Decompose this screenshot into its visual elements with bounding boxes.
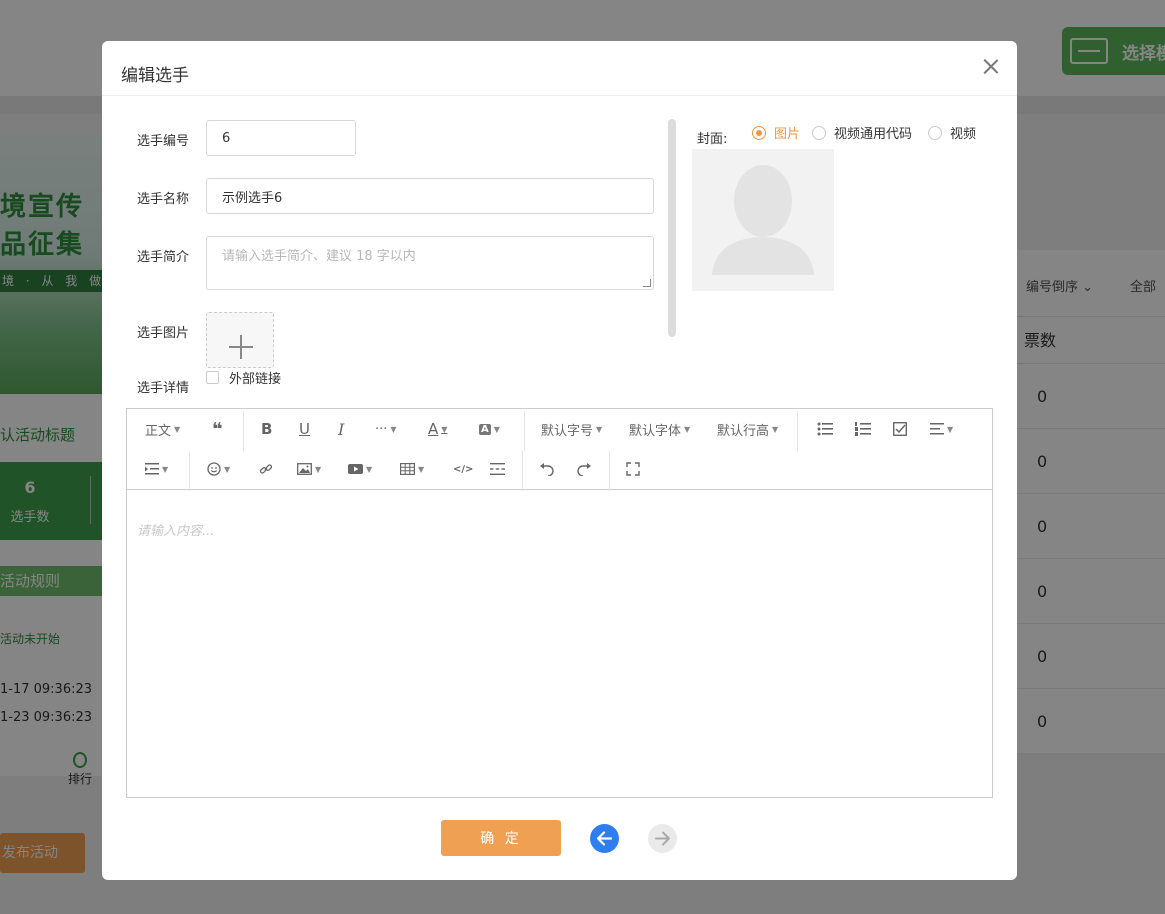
resize-handle-icon[interactable] bbox=[642, 279, 652, 287]
more-icon: ··· bbox=[375, 421, 388, 437]
video-icon bbox=[348, 464, 363, 474]
cover-radio-image[interactable]: 图片 bbox=[752, 123, 800, 142]
caret-down-icon: ▼ bbox=[418, 464, 425, 474]
numbered-list-icon[interactable] bbox=[855, 415, 871, 443]
caret-down-icon: ▼ bbox=[493, 424, 500, 434]
toolbar-divider bbox=[243, 411, 244, 451]
cover-image-placeholder[interactable] bbox=[692, 149, 834, 291]
image-upload-button[interactable] bbox=[206, 312, 274, 368]
cover-radio-label: 图片 bbox=[774, 127, 801, 142]
redo-icon[interactable] bbox=[577, 455, 592, 483]
toolbar-divider bbox=[609, 451, 610, 491]
font-size-dropdown[interactable]: 默认字号 ▼ bbox=[541, 415, 602, 443]
emoji-dropdown[interactable]: ▼ bbox=[207, 455, 230, 483]
link-icon[interactable] bbox=[259, 455, 273, 483]
caret-down-icon: ▼ bbox=[390, 424, 397, 434]
font-family-dropdown[interactable]: 默认字体 ▼ bbox=[629, 415, 690, 443]
player-brief-textarea[interactable]: 请输入选手简介、建议 18 字以内 bbox=[206, 236, 654, 290]
player-name-input[interactable]: 示例选手6 bbox=[206, 178, 654, 214]
caret-down-icon: ▼ bbox=[684, 424, 691, 434]
checkbox-icon bbox=[206, 371, 219, 384]
form-scrollbar[interactable] bbox=[668, 119, 676, 337]
align-left-icon bbox=[930, 423, 944, 435]
bg-color-dropdown[interactable]: A ▼ bbox=[479, 415, 500, 443]
bold-icon[interactable]: B bbox=[261, 415, 272, 443]
italic-icon[interactable]: I bbox=[338, 415, 344, 443]
video-dropdown[interactable]: ▼ bbox=[348, 455, 372, 483]
cover-radio-label: 视频 bbox=[950, 127, 977, 142]
indent-icon bbox=[145, 463, 159, 475]
radio-unchecked-icon bbox=[812, 125, 826, 140]
table-icon bbox=[400, 463, 415, 475]
external-link-label: 外部链接 bbox=[229, 372, 282, 387]
next-player-button[interactable] bbox=[648, 824, 677, 853]
player-image-label: 选手图片 bbox=[137, 326, 190, 341]
align-dropdown[interactable]: ▼ bbox=[930, 415, 953, 443]
divider-line-icon[interactable] bbox=[490, 455, 505, 483]
paragraph-dropdown[interactable]: 正文 ▼ bbox=[145, 415, 180, 443]
line-height-dropdown[interactable]: 默认行高 ▼ bbox=[717, 415, 778, 443]
cover-label: 封面: bbox=[697, 132, 728, 147]
toolbar-divider bbox=[797, 411, 798, 451]
undo-icon[interactable] bbox=[539, 455, 554, 483]
caret-down-icon: ▼ bbox=[947, 424, 954, 434]
line-height-label: 默认行高 bbox=[717, 423, 770, 439]
image-icon bbox=[297, 463, 312, 475]
indent-dropdown[interactable]: ▼ bbox=[145, 455, 168, 483]
player-name-label: 选手名称 bbox=[137, 192, 190, 207]
brief-placeholder: 请输入选手简介、建议 18 字以内 bbox=[222, 249, 416, 264]
image-dropdown[interactable]: ▼ bbox=[297, 455, 321, 483]
more-format-dropdown[interactable]: ··· ▼ bbox=[375, 415, 397, 443]
arrow-right-icon bbox=[655, 831, 670, 846]
font-family-label: 默认字体 bbox=[629, 423, 682, 439]
caret-down-icon: ▼ bbox=[366, 464, 373, 474]
player-detail-label: 选手详情 bbox=[137, 381, 190, 396]
close-icon[interactable] bbox=[981, 57, 1001, 77]
code-icon[interactable]: </> bbox=[453, 455, 473, 483]
font-color-icon: A bbox=[428, 420, 439, 438]
edit-player-dialog: 编辑选手 选手编号 6 选手名称 示例选手6 选手简介 请输入选手简介、建议 1… bbox=[102, 41, 1017, 880]
cover-radio-video[interactable]: 视频 bbox=[928, 123, 976, 142]
editor-toolbar: 正文 ▼ ❝ B U I ··· ▼ A ▼ A ▼ 默认字号 ▼ 默认字体 ▼ 默认行高 ▼ bbox=[127, 409, 992, 491]
dialog-title: 编辑选手 bbox=[121, 66, 189, 86]
arrow-left-icon bbox=[596, 831, 613, 846]
caret-down-icon: ▼ bbox=[224, 464, 231, 474]
fullscreen-icon[interactable] bbox=[626, 455, 640, 483]
quote-icon[interactable]: ❝ bbox=[212, 415, 223, 443]
font-color-dropdown[interactable]: A ▼ bbox=[428, 415, 447, 443]
previous-player-button[interactable] bbox=[590, 824, 619, 853]
font-size-label: 默认字号 bbox=[541, 423, 594, 439]
toolbar-divider bbox=[522, 451, 523, 491]
external-link-checkbox[interactable]: 外部链接 bbox=[206, 368, 281, 387]
caret-down-icon: ▼ bbox=[315, 464, 322, 474]
emoji-icon bbox=[207, 462, 221, 476]
paragraph-label: 正文 bbox=[145, 423, 172, 439]
caret-down-icon: ▼ bbox=[441, 424, 448, 434]
toolbar-divider bbox=[189, 451, 190, 491]
caret-down-icon: ▼ bbox=[772, 424, 779, 434]
cover-radio-label: 视频通用代码 bbox=[834, 127, 913, 142]
confirm-button[interactable]: 确 定 bbox=[441, 820, 561, 856]
radio-checked-icon bbox=[752, 125, 766, 140]
cover-radio-video-code[interactable]: 视频通用代码 bbox=[812, 123, 912, 142]
todo-checkbox-icon[interactable] bbox=[893, 415, 907, 443]
player-number-input[interactable]: 6 bbox=[206, 120, 356, 156]
caret-down-icon: ▼ bbox=[162, 464, 169, 474]
bg-color-icon: A bbox=[479, 423, 491, 435]
table-dropdown[interactable]: ▼ bbox=[400, 455, 424, 483]
caret-down-icon: ▼ bbox=[174, 424, 181, 434]
user-silhouette-icon bbox=[712, 165, 814, 275]
dialog-header: 编辑选手 bbox=[102, 41, 1017, 96]
caret-down-icon: ▼ bbox=[596, 424, 603, 434]
toolbar-divider bbox=[524, 411, 525, 451]
rich-text-editor: 正文 ▼ ❝ B U I ··· ▼ A ▼ A ▼ 默认字号 ▼ 默认字体 ▼ 默认行高 ▼ bbox=[126, 408, 993, 798]
editor-placeholder: 请输入内容... bbox=[137, 524, 215, 539]
editor-content-area[interactable]: 请输入内容... bbox=[127, 490, 992, 797]
player-number-label: 选手编号 bbox=[137, 134, 190, 149]
player-brief-label: 选手简介 bbox=[137, 250, 190, 265]
bulleted-list-icon[interactable] bbox=[817, 415, 833, 443]
underline-icon[interactable]: U bbox=[299, 415, 310, 443]
radio-unchecked-icon bbox=[928, 125, 942, 140]
